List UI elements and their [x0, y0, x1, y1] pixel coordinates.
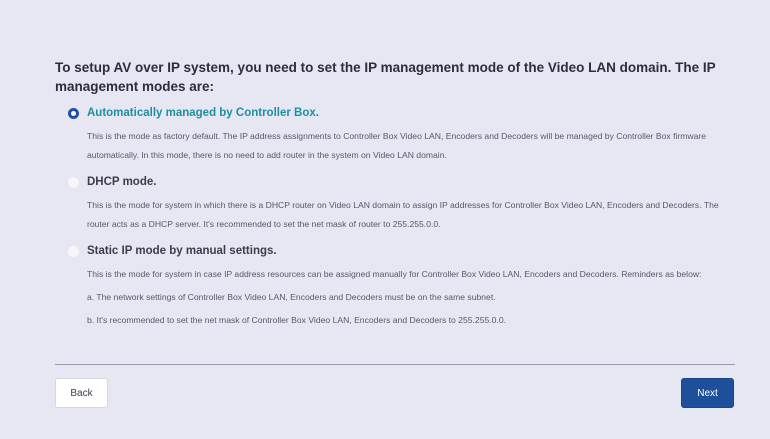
option-static-ip-reminder-a: a. The network settings of Controller Bo…: [87, 292, 496, 302]
content-area: To setup AV over IP system, you need to …: [55, 58, 735, 340]
option-dhcp-title[interactable]: DHCP mode.: [87, 175, 735, 190]
option-static-ip-description: This is the mode for system in case IP a…: [87, 265, 735, 330]
option-static-ip-title[interactable]: Static IP mode by manual settings.: [87, 244, 735, 259]
option-auto-managed-title[interactable]: Automatically managed by Controller Box.: [87, 106, 735, 121]
radio-static-ip[interactable]: [68, 246, 79, 257]
back-button[interactable]: Back: [55, 378, 108, 408]
footer-divider: [55, 364, 735, 365]
radio-dhcp[interactable]: [68, 177, 79, 188]
option-auto-managed-description: This is the mode as factory default. The…: [87, 127, 735, 165]
option-dhcp-line: This is the mode for system in which the…: [87, 200, 719, 229]
ip-management-mode-page: To setup AV over IP system, you need to …: [0, 0, 770, 439]
page-heading: To setup AV over IP system, you need to …: [55, 60, 716, 94]
option-dhcp[interactable]: DHCP mode. This is the mode for system i…: [55, 175, 735, 234]
option-auto-managed-line: This is the mode as factory default. The…: [87, 131, 707, 160]
option-static-ip-line: This is the mode for system in case IP a…: [87, 269, 702, 279]
radio-auto-managed[interactable]: [68, 108, 79, 119]
option-auto-managed[interactable]: Automatically managed by Controller Box.…: [55, 106, 735, 165]
option-static-ip-reminder-b: b. It's recommended to set the net mask …: [87, 315, 506, 325]
next-button[interactable]: Next: [681, 378, 734, 408]
option-dhcp-description: This is the mode for system in which the…: [87, 196, 735, 234]
option-static-ip[interactable]: Static IP mode by manual settings. This …: [55, 244, 735, 330]
